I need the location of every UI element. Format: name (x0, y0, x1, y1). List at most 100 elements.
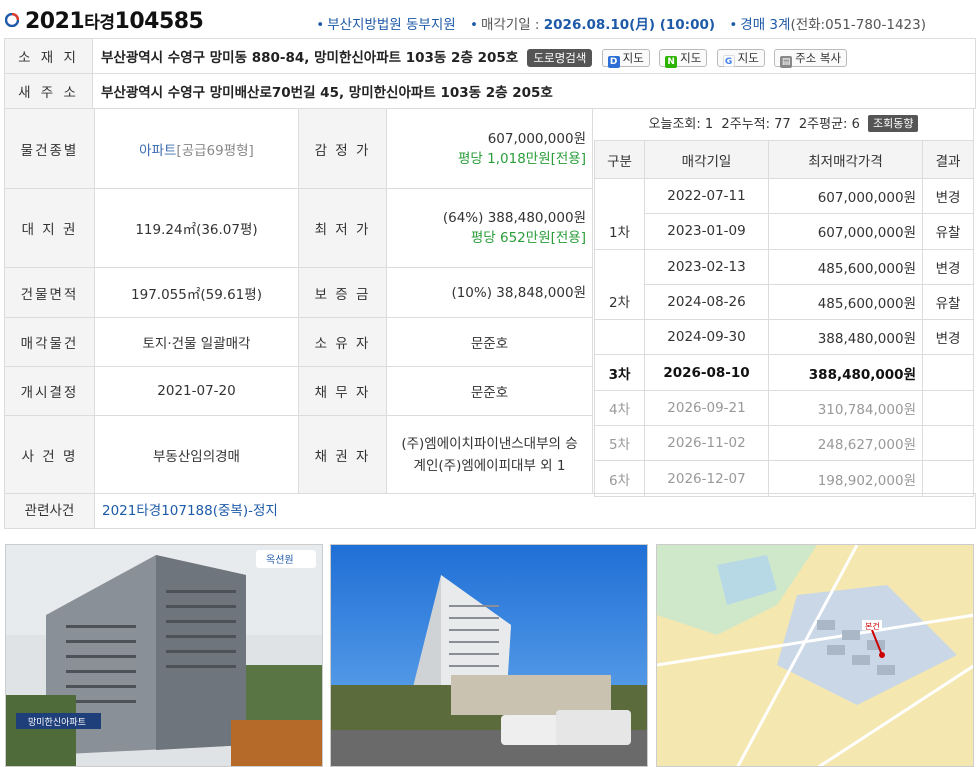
copy-icon: ▤ (780, 55, 793, 68)
creditor-label: 채 권 자 (298, 415, 387, 494)
views-average: 2주평균: 6 (798, 117, 860, 132)
min-price-value: (64%) 388,480,000원 (442, 210, 586, 226)
new-address-value: 부산광역시 수영구 망미배산로70번길 45, 망미한신아파트 103동 2층 … (101, 85, 553, 101)
case-title: 2021타경104585 (25, 9, 204, 34)
subject-marker-label: 본건 (865, 621, 880, 631)
history-date: 2026-08-10 (644, 354, 769, 391)
related-case-row: 관련사건 2021타경107188(중복)-정지 (4, 493, 976, 529)
views-today: 오늘조회: 1 (648, 117, 714, 132)
sale-object-label: 매각물건 (4, 317, 95, 367)
history-price: 607,000,000원 (768, 177, 923, 215)
header-info: • 부산지방법원 동부지원 • 매각기일 : 2026.08.10(月) (10:0… (316, 17, 926, 33)
history-row: 2024-09-30 388,480,000원 변경 (594, 319, 974, 356)
case-name-label: 사 건 명 (4, 415, 95, 494)
photo-watermark: 옥션원 (266, 554, 294, 566)
daum-map-button[interactable]: D 지도 (601, 48, 650, 68)
history-date: 2024-09-30 (644, 319, 769, 356)
debtor-value: 문준호 (386, 366, 593, 416)
appraisal-per-pyeong: 평당 1,018만원[전용] (458, 150, 586, 167)
apartment-sign: 망미한신아파트 (28, 717, 86, 728)
copy-address-button[interactable]: ▤ 주소 복사 (774, 48, 848, 68)
related-case-label: 관련사건 (5, 494, 95, 528)
deposit-label: 보 증 금 (298, 267, 387, 318)
history-date: 2024-08-26 (644, 283, 769, 321)
history-row: 1차 2022-07-11 607,000,000원 변경 (594, 177, 974, 250)
dept-phone: (전화:051-780-1423) (790, 17, 926, 33)
history-result (922, 389, 974, 427)
address-value: 부산광역시 수영구 망미동 880-84, 망미한신아파트 103동 2층 20… (101, 49, 519, 66)
deposit-value: (10%) 38,848,000원 (386, 267, 593, 318)
history-price: 248,627,000원 (768, 425, 923, 462)
land-right-value: 119.24㎡(36.07평) (94, 188, 299, 268)
start-decision-value: 2021-07-20 (94, 366, 299, 416)
history-price: 198,902,000원 (768, 460, 923, 497)
address-label: 소 재 지 (4, 38, 93, 74)
history-date: 2023-02-13 (644, 248, 769, 285)
history-row: 5차 2026-11-02 248,627,000원 (594, 425, 974, 462)
history-round: 2차 (594, 248, 645, 321)
sale-object-value: 토지·건물 일괄매각 (94, 317, 299, 367)
history-round: 5차 (594, 425, 645, 462)
owner-label: 소 유 자 (298, 317, 387, 367)
property-photo-1[interactable]: 옥션원 망미한신아파트 (5, 544, 323, 767)
history-date: 2026-12-07 (644, 460, 769, 497)
apartment-photo-image (331, 545, 647, 766)
history-result (922, 460, 974, 497)
min-price-per-pyeong: 평당 652만원[전용] (470, 230, 586, 246)
view-trend-button[interactable]: 조회동향 (867, 115, 919, 132)
history-result: 변경 (922, 248, 974, 285)
map-image: 본건 (657, 545, 973, 766)
history-price: 310,784,000원 (768, 389, 923, 427)
new-address-label: 새 주 소 (4, 73, 93, 109)
history-header-result: 결과 (922, 140, 974, 179)
property-location-map[interactable]: 본건 (656, 544, 974, 767)
history-row: 6차 2026-12-07 198,902,000원 (594, 460, 974, 497)
history-round: 1차 (594, 178, 645, 250)
apartment-photo-image: 옥션원 망미한신아파트 (6, 545, 322, 766)
court-name[interactable]: 부산지방법원 동부지원 (327, 17, 456, 33)
address-table: 소 재 지 부산광역시 수영구 망미동 880-84, 망미한신아파트 103동… (4, 38, 976, 109)
history-round: 4차 (594, 389, 645, 427)
history-result: 유찰 (922, 213, 974, 250)
related-case-link[interactable]: 2021타경107188(중복)-정지 (102, 494, 278, 528)
type-value: 아파트 (139, 142, 177, 159)
history-price: 388,480,000원 (768, 354, 923, 391)
history-date: 2026-09-21 (644, 389, 769, 427)
building-area-label: 건물면적 (4, 267, 95, 318)
history-date: 2026-11-02 (644, 425, 769, 462)
history-round: 6차 (594, 460, 645, 497)
history-row-current: 3차 2026-08-10 388,480,000원 (594, 354, 974, 391)
land-right-label: 대 지 권 (4, 188, 95, 268)
logo-icon (5, 13, 19, 27)
history-row: 2차 2023-02-13 485,600,000원 변경 (594, 248, 974, 321)
history-result (922, 354, 974, 391)
history-price: 388,480,000원 (768, 319, 923, 356)
type-label: 물건종별 (4, 108, 95, 189)
history-result: 변경 (922, 177, 974, 215)
property-photo-2[interactable] (330, 544, 648, 767)
google-map-button[interactable]: G 지도 (716, 48, 765, 67)
appraisal-value: 607,000,000원 (487, 130, 586, 147)
type-note: [공급69평형] (176, 142, 254, 159)
history-round: 3차 (594, 354, 645, 391)
dept-name: 경매 3계 (740, 17, 791, 33)
case-header: 2021타경104585 • 부산지방법원 동부지원 • 매각기일 : 2026.0… (0, 0, 980, 40)
history-row: 2023-01-09 607,000,000원 유찰 (595, 213, 974, 250)
history-price: 485,600,000원 (768, 248, 923, 285)
history-result: 변경 (922, 319, 974, 356)
appraisal-label: 감 정 가 (298, 108, 387, 189)
view-stats: 오늘조회: 1 2주누적: 77 2주평균: 6 조회동향 (594, 108, 974, 141)
auction-history-table: 구분 매각기일 최저매각가격 결과 1차 2022-07-11 607,000,… (594, 140, 974, 497)
history-price: 607,000,000원 (768, 213, 923, 250)
road-address-search-button[interactable]: 도로명검색 (527, 48, 593, 67)
history-row: 2024-08-26 485,600,000원 유찰 (595, 283, 974, 321)
start-decision-label: 개시결정 (4, 366, 95, 416)
daum-icon: D (607, 55, 620, 68)
history-result: 유찰 (922, 283, 974, 321)
min-price-label: 최 저 가 (298, 188, 387, 268)
history-date: 2022-07-11 (644, 177, 769, 215)
naver-map-button[interactable]: N 지도 (659, 48, 708, 68)
debtor-label: 채 무 자 (298, 366, 387, 416)
history-header-date: 매각기일 (644, 140, 769, 179)
google-icon: G (722, 54, 735, 67)
